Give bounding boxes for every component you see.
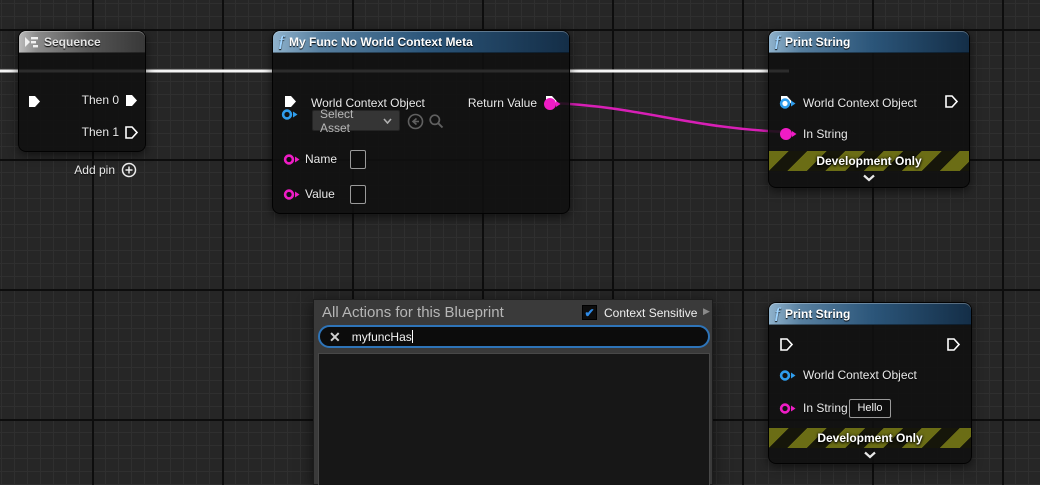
string-data-wire — [554, 103, 789, 132]
node-title: Print String — [785, 35, 850, 49]
node-collapse-chevron-icon[interactable] — [863, 451, 877, 459]
function-icon: f — [279, 35, 284, 50]
clear-search-icon[interactable]: ✕ — [329, 330, 341, 344]
in-string-label: In String — [803, 128, 848, 141]
popup-title: All Actions for this Blueprint — [322, 304, 504, 321]
in-string-pin[interactable] — [779, 402, 797, 415]
text-caret — [412, 330, 414, 343]
name-pin[interactable] — [283, 153, 301, 166]
return-value-label: Return Value — [468, 97, 537, 110]
context-sensitive-checkbox[interactable]: ✔ — [582, 305, 597, 320]
add-pin-label: Add pin — [74, 164, 115, 177]
expand-arrow-icon[interactable]: ▶ — [703, 306, 710, 317]
return-value-pin[interactable] — [543, 97, 561, 111]
all-actions-popup: All Actions for this Blueprint ✔ Context… — [313, 299, 713, 485]
name-label: Name — [305, 153, 337, 166]
development-only-band: Development Only — [769, 428, 971, 448]
then1-exec-out-pin[interactable] — [124, 125, 139, 140]
node-sequence-header[interactable]: Sequence — [19, 31, 145, 53]
search-text: myfuncHas — [352, 330, 412, 344]
then1-label: Then 1 — [82, 126, 119, 139]
in-string-label: In String — [803, 402, 848, 415]
name-input[interactable] — [350, 150, 366, 169]
then0-label: Then 0 — [82, 94, 119, 107]
node-print-string-header[interactable]: f Print String — [769, 31, 969, 53]
node-title: My Func No World Context Meta — [289, 35, 473, 49]
exec-out-pin[interactable] — [946, 337, 961, 352]
add-pin-row[interactable]: Add pin — [74, 162, 137, 178]
world-context-object-pin[interactable] — [281, 108, 299, 121]
value-input[interactable] — [350, 185, 366, 204]
exec-out-pin[interactable] — [944, 94, 959, 109]
then0-row: Then 0 — [82, 93, 139, 108]
action-results-list[interactable] — [318, 353, 710, 485]
node-my-func[interactable]: f My Func No World Context Meta World Co… — [272, 30, 570, 214]
node-title: Sequence — [44, 35, 101, 49]
in-string-input[interactable]: Hello — [849, 399, 891, 418]
node-sequence[interactable]: Sequence Then 0 Then 1 Add pin — [18, 30, 146, 152]
exec-in-pin[interactable] — [779, 337, 794, 352]
development-only-band: Development Only — [769, 151, 969, 171]
world-context-object-pin[interactable] — [779, 97, 797, 110]
development-only-label: Development Only — [817, 431, 922, 445]
then1-row: Then 1 — [82, 125, 139, 140]
chevron-down-icon — [383, 118, 392, 124]
node-my-func-header[interactable]: f My Func No World Context Meta — [273, 31, 569, 53]
exec-in-pin[interactable] — [283, 94, 298, 109]
world-context-label: World Context Object — [803, 97, 917, 110]
in-string-pin[interactable] — [779, 127, 797, 141]
action-search-input[interactable]: ✕ myfuncHas — [318, 325, 710, 348]
plus-circle-icon[interactable] — [121, 162, 137, 178]
value-label: Value — [305, 188, 335, 201]
function-icon: f — [775, 307, 780, 322]
world-context-label: World Context Object — [803, 369, 917, 382]
sequence-icon — [25, 36, 39, 48]
node-title: Print String — [785, 307, 850, 321]
blueprint-graph-canvas[interactable]: Sequence Then 0 Then 1 Add pin — [0, 0, 1040, 485]
world-context-object-pin[interactable] — [779, 369, 797, 382]
node-print-string-header[interactable]: f Print String — [769, 303, 971, 325]
select-asset-dropdown[interactable]: Select Asset — [312, 110, 400, 131]
function-icon: f — [775, 35, 780, 50]
context-sensitive-label: Context Sensitive — [604, 306, 697, 320]
node-print-string-top[interactable]: f Print String World Context Object In S… — [768, 30, 970, 188]
use-selected-icon[interactable] — [407, 113, 424, 130]
exec-in-pin[interactable] — [27, 94, 42, 109]
then0-exec-out-pin[interactable] — [124, 93, 139, 108]
node-print-string-bottom[interactable]: f Print String World Context Object In S… — [768, 302, 972, 464]
node-collapse-chevron-icon[interactable] — [862, 174, 876, 182]
select-asset-label: Select Asset — [320, 107, 383, 135]
browse-search-icon[interactable] — [428, 113, 445, 130]
development-only-label: Development Only — [816, 154, 921, 168]
value-pin[interactable] — [283, 188, 301, 201]
